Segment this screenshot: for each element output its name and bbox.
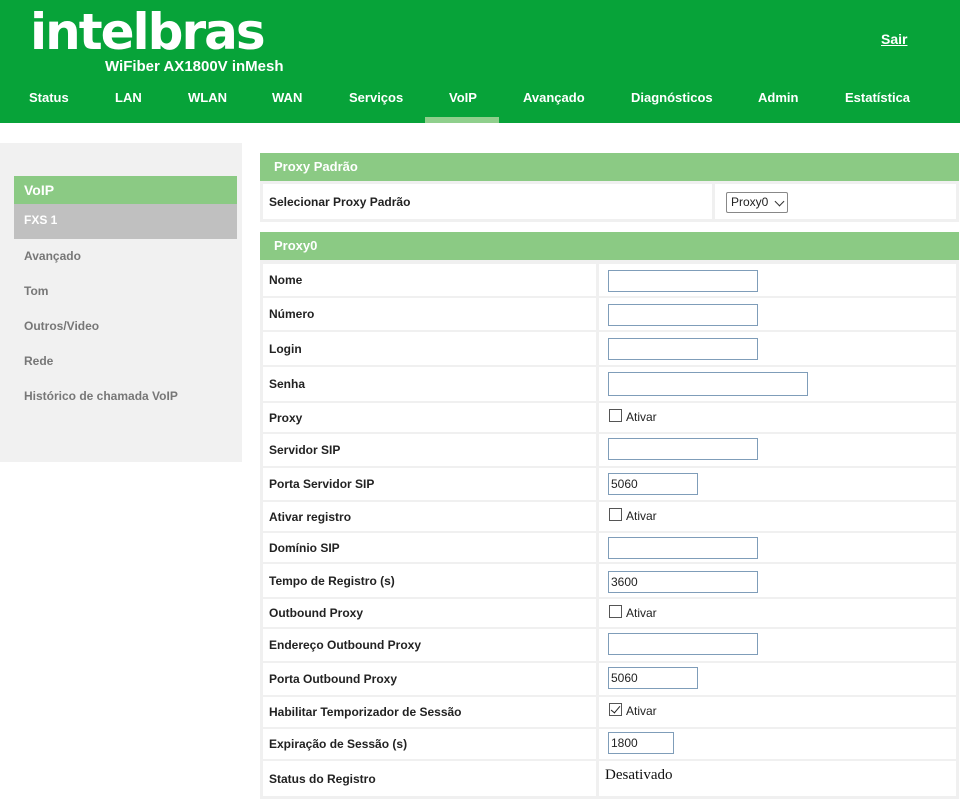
nav-admin[interactable]: Admin <box>758 88 798 123</box>
label-senha: Senha <box>263 367 596 401</box>
label-tempo-registro: Tempo de Registro (s) <box>263 564 596 597</box>
proxy-default-panel: Selecionar Proxy Padrão Proxy0 <box>260 181 959 222</box>
nome-input[interactable] <box>608 270 758 292</box>
value-cell <box>599 264 956 296</box>
intelbras-logo: intelbras <box>30 3 266 61</box>
value-cell <box>599 332 956 365</box>
label-status-registro: Status do Registro <box>263 761 596 796</box>
proxy0-header: Proxy0 <box>260 232 959 260</box>
nav-wlan[interactable]: WLAN <box>188 88 227 123</box>
label-expiracao-sessao: Expiração de Sessão (s) <box>263 729 596 759</box>
dominio-sip-input[interactable] <box>608 537 758 559</box>
temporizador-sessao-checkbox[interactable] <box>609 703 622 716</box>
proxy-checkbox[interactable] <box>609 409 622 422</box>
servidor-sip-input[interactable] <box>608 438 758 460</box>
sidebar-item-tom[interactable]: Tom <box>24 284 48 298</box>
value-cell: Ativar <box>599 502 956 531</box>
endereco-outbound-input[interactable] <box>608 633 758 655</box>
proxy-checkbox-label: Ativar <box>626 410 657 424</box>
label-servidor-sip: Servidor SIP <box>263 434 596 466</box>
proxy-default-value-cell: Proxy0 <box>715 184 956 219</box>
label-endereco-outbound: Endereço Outbound Proxy <box>263 629 596 661</box>
value-cell <box>599 564 956 597</box>
value-cell: Desativado <box>599 761 956 796</box>
proxy0-panel: Nome Número Login Senha Proxy Ativar Ser… <box>260 260 959 799</box>
proxy-default-header: Proxy Padrão <box>260 153 959 181</box>
value-cell <box>599 533 956 562</box>
sidebar-item-avancado[interactable]: Avançado <box>24 249 81 263</box>
nav-active-indicator <box>425 117 499 123</box>
value-cell <box>599 367 956 401</box>
label-dominio-sip: Domínio SIP <box>263 533 596 562</box>
login-input[interactable] <box>608 338 758 360</box>
value-cell <box>599 298 956 330</box>
label-porta-outbound: Porta Outbound Proxy <box>263 663 596 695</box>
status-registro-value: Desativado <box>605 767 673 783</box>
tempo-registro-input[interactable] <box>608 571 758 593</box>
expiracao-sessao-input[interactable] <box>608 732 674 754</box>
label-proxy: Proxy <box>263 403 596 432</box>
proxy-default-select[interactable]: Proxy0 <box>726 192 788 213</box>
label-outbound-proxy: Outbound Proxy <box>263 599 596 627</box>
label-nome: Nome <box>263 264 596 296</box>
sidebar-section-voip[interactable]: VoIP <box>14 176 237 204</box>
device-model: WiFiber AX1800V inMesh <box>105 58 284 75</box>
value-cell: Ativar <box>599 697 956 727</box>
value-cell <box>599 729 956 759</box>
senha-input[interactable] <box>608 372 808 396</box>
nav-status[interactable]: Status <box>29 88 69 123</box>
sidebar-item-fxs1[interactable]: FXS 1 <box>14 204 237 239</box>
ativar-registro-checkbox[interactable] <box>609 508 622 521</box>
nav-wan[interactable]: WAN <box>272 88 302 123</box>
nav-avancado[interactable]: Avançado <box>523 88 585 123</box>
nav-estatistica[interactable]: Estatística <box>845 88 910 123</box>
value-cell <box>599 663 956 695</box>
label-ativar-registro: Ativar registro <box>263 502 596 531</box>
sidebar-item-rede[interactable]: Rede <box>24 354 53 368</box>
nav-servicos[interactable]: Serviços <box>349 88 403 123</box>
outbound-proxy-checkbox-label: Ativar <box>626 606 657 620</box>
label-numero: Número <box>263 298 596 330</box>
label-porta-servidor-sip: Porta Servidor SIP <box>263 468 596 500</box>
label-login: Login <box>263 332 596 365</box>
proxy-default-selected: Proxy0 <box>731 195 769 209</box>
ativar-registro-checkbox-label: Ativar <box>626 509 657 523</box>
value-cell <box>599 629 956 661</box>
label-temporizador-sessao: Habilitar Temporizador de Sessão <box>263 697 596 727</box>
logout-link[interactable]: Sair <box>881 31 907 47</box>
sidebar: VoIP FXS 1 Avançado Tom Outros/Video Red… <box>0 143 242 462</box>
porta-outbound-input[interactable] <box>608 667 698 689</box>
nav-diagnosticos[interactable]: Diagnósticos <box>631 88 713 123</box>
value-cell <box>599 468 956 500</box>
value-cell: Ativar <box>599 403 956 432</box>
value-cell: Ativar <box>599 599 956 627</box>
nav-lan[interactable]: LAN <box>115 88 142 123</box>
temporizador-sessao-checkbox-label: Ativar <box>626 704 657 718</box>
porta-servidor-sip-input[interactable] <box>608 473 698 495</box>
numero-input[interactable] <box>608 304 758 326</box>
top-header: intelbras WiFiber AX1800V inMesh Sair St… <box>0 0 960 123</box>
sidebar-item-historico[interactable]: Histórico de chamada VoIP <box>24 389 178 403</box>
proxy-default-label: Selecionar Proxy Padrão <box>263 184 712 219</box>
chevron-down-icon <box>774 196 785 207</box>
outbound-proxy-checkbox[interactable] <box>609 605 622 618</box>
value-cell <box>599 434 956 466</box>
sidebar-item-outros-video[interactable]: Outros/Video <box>24 319 99 333</box>
